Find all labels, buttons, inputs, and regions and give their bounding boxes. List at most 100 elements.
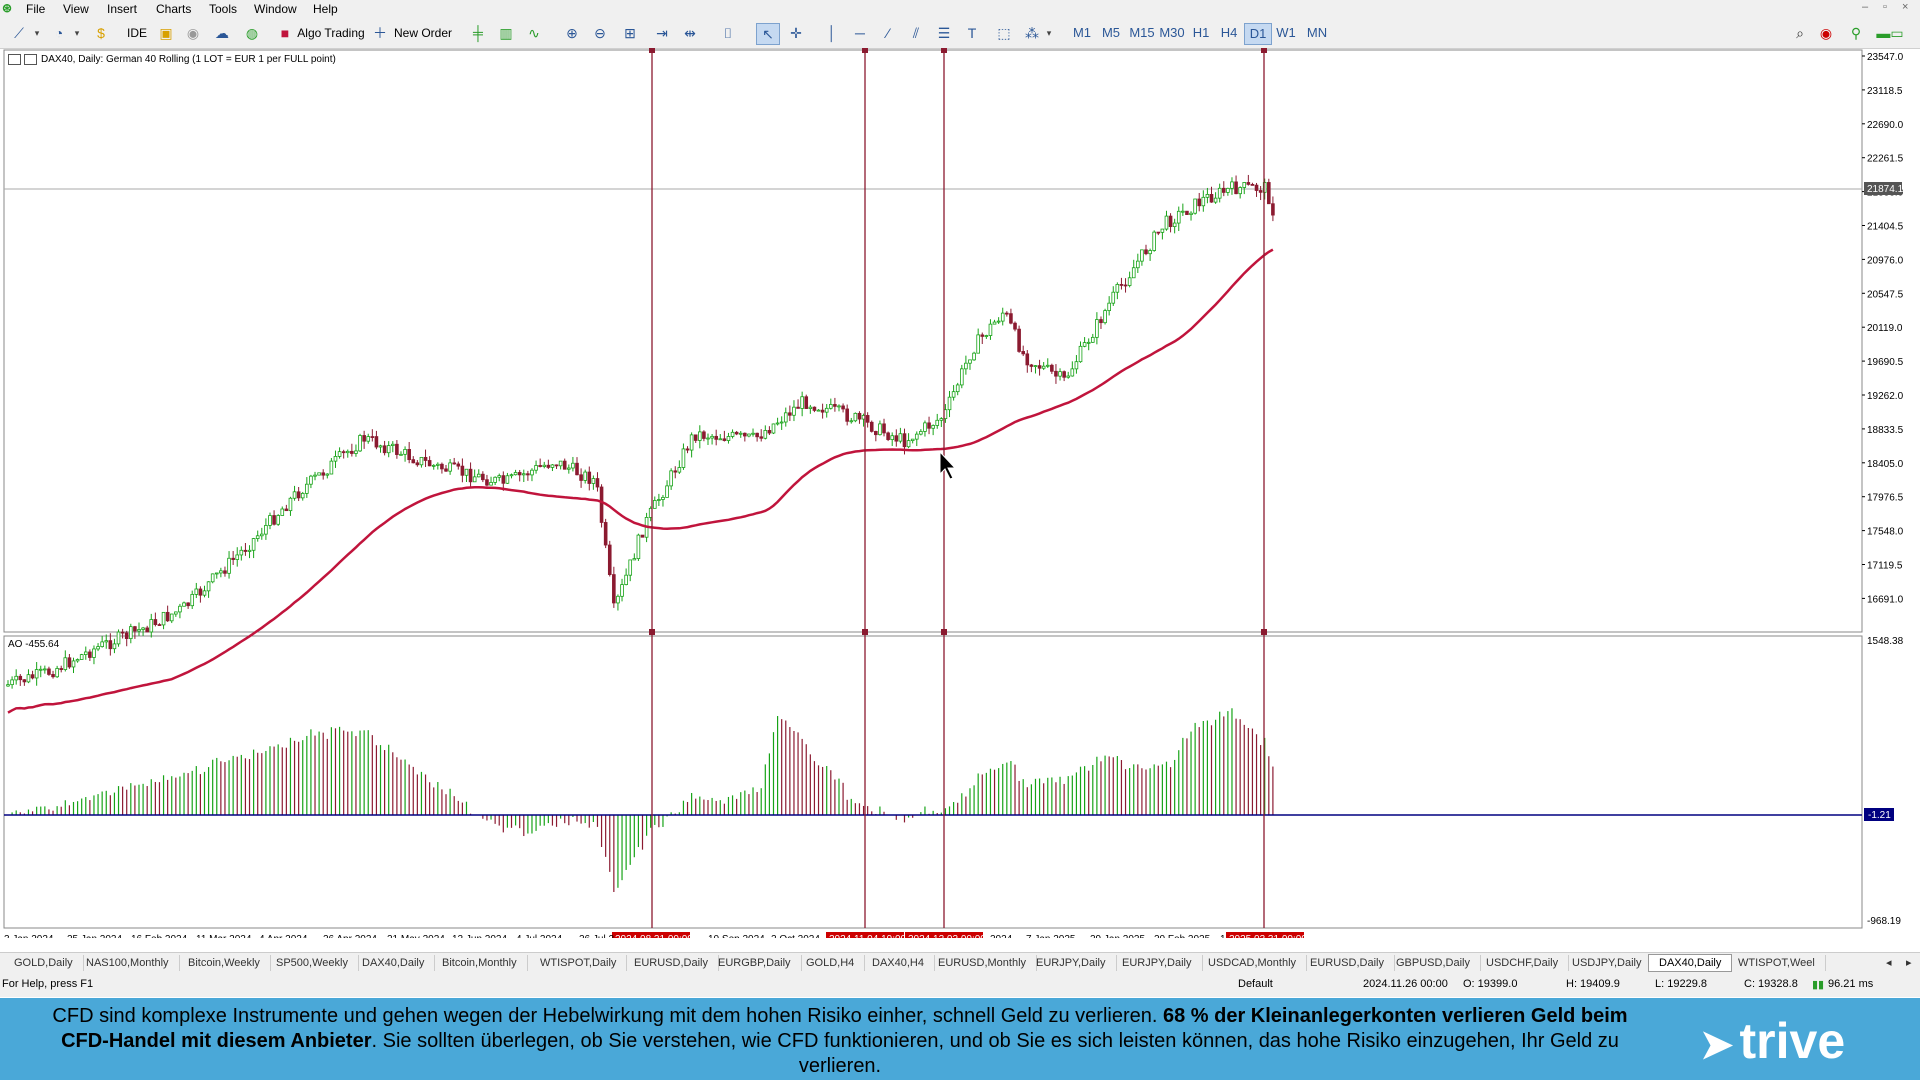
chart-tab[interactable]: GOLD,Daily [4, 955, 84, 971]
chart-tab[interactable]: WTISPOT,Daily [530, 955, 628, 971]
candle-body [1033, 365, 1038, 368]
screenshot-icon[interactable]: ⌷ [718, 23, 738, 43]
chart-tab[interactable]: WTISPOT,Weel [1728, 955, 1826, 971]
cursor-icon[interactable]: ↖ [756, 23, 780, 45]
chart-tab[interactable]: DAX40,Daily [352, 955, 436, 971]
objects-icon[interactable]: ⁂ [1022, 23, 1042, 43]
tab-scroll-right-icon[interactable]: ▸ [1896, 955, 1920, 971]
bar-chart-icon[interactable]: ╪ [468, 23, 488, 43]
chevron-down-icon[interactable]: ▾ [1044, 23, 1054, 43]
price-tick-label: 23118.5 [1867, 86, 1903, 97]
menu-window[interactable]: Window [254, 2, 297, 16]
notifications-icon[interactable]: ◉ [1816, 23, 1836, 43]
chart-tab[interactable]: SP500,Weekly [266, 955, 359, 971]
chart-tab[interactable]: EURJPY,Daily [1112, 955, 1203, 971]
chart-tab[interactable]: EURUSD,Daily [624, 955, 719, 971]
tf-m30[interactable]: M30 [1157, 23, 1187, 43]
chart-tab[interactable]: DAX40,H4 [862, 955, 935, 971]
chart-tab[interactable]: USDCAD,Monthly [1198, 955, 1308, 971]
search-icon[interactable]: ⌕ [1790, 23, 1810, 43]
crosshair-icon[interactable]: ✛ [786, 23, 806, 43]
shapes-icon[interactable]: ⬚ [994, 23, 1014, 43]
ide-button[interactable]: IDE [124, 23, 150, 43]
menu-insert[interactable]: Insert [107, 2, 137, 16]
chart-tab[interactable]: EURUSD,Monthly [928, 955, 1038, 971]
line-chart-icon[interactable]: ∿ [524, 23, 544, 43]
price-tick-label: 22690.0 [1867, 120, 1904, 131]
signal-strength-icon[interactable]: ⚲ [1848, 23, 1864, 43]
chart-tab[interactable]: GBPUSD,Daily [1386, 955, 1481, 971]
tf-w1[interactable]: W1 [1273, 23, 1299, 43]
menu-view[interactable]: View [63, 2, 89, 16]
fibonacci-icon[interactable]: ☰ [934, 23, 954, 43]
tf-mn[interactable]: MN [1302, 23, 1332, 43]
chart-tab[interactable]: EURGBP,Daily [708, 955, 802, 971]
zoom-out-icon[interactable]: ⊖ [590, 23, 610, 43]
chart-tab[interactable]: GOLD,H4 [796, 955, 866, 971]
algo-trading-icon[interactable]: ■ [278, 23, 292, 43]
chart-tab[interactable]: Bitcoin,Weekly [178, 955, 271, 971]
trendline-icon[interactable]: ⁄ [878, 23, 898, 43]
chart-tab[interactable]: NAS100,Monthly [76, 955, 180, 971]
zoom-in-icon[interactable]: ⊕ [562, 23, 582, 43]
signal-icon[interactable]: ◉ [183, 23, 203, 43]
chart-tab[interactable]: Bitcoin,Monthly [432, 955, 528, 971]
new-order-button[interactable]: New Order [392, 23, 454, 43]
tf-m5[interactable]: M5 [1098, 23, 1124, 43]
chart-shift-icon[interactable]: ⇹ [680, 23, 700, 43]
candle-body [759, 436, 764, 439]
dollar-icon[interactable]: $ [91, 23, 111, 43]
menu-file[interactable]: File [26, 2, 45, 16]
menu-help[interactable]: Help [313, 2, 338, 16]
chart-tab[interactable]: USDCHF,Daily [1476, 955, 1570, 971]
vertical-marker-handle[interactable] [941, 48, 947, 53]
grid-icon[interactable]: ⊞ [620, 23, 640, 43]
menu-tools[interactable]: Tools [209, 2, 237, 16]
chart-tab[interactable]: USDJPY,Daily [1562, 955, 1653, 971]
new-order-icon[interactable]: ＋ [372, 23, 388, 43]
chart-type-icon[interactable]: ⟋ [8, 23, 30, 43]
new-chart-icon[interactable]: ◔ [48, 23, 70, 43]
tf-m1[interactable]: M1 [1069, 23, 1095, 43]
menu-charts[interactable]: Charts [156, 2, 191, 16]
candlestick-icon[interactable]: ▥ [496, 23, 516, 43]
globe-icon[interactable]: ◍ [242, 23, 262, 43]
restore-icon[interactable]: ▫ [1883, 1, 1887, 13]
vertical-marker-handle[interactable] [649, 48, 655, 53]
cloud-icon[interactable]: ☁ [212, 23, 232, 43]
minimize-icon[interactable]: – [1862, 1, 1868, 13]
chart-tab[interactable]: DAX40,Daily [1648, 954, 1733, 972]
candle-body [1017, 328, 1021, 352]
algo-trading-button[interactable]: Algo Trading [296, 23, 366, 43]
horizontal-line-icon[interactable]: ─ [850, 23, 870, 43]
tf-h1[interactable]: H1 [1188, 23, 1214, 43]
price-tick-label: 18833.5 [1867, 425, 1904, 436]
text-icon[interactable]: T [964, 23, 980, 43]
vertical-marker-handle[interactable] [1261, 48, 1267, 53]
tf-h4[interactable]: H4 [1216, 23, 1242, 43]
channel-icon[interactable]: ⫽ [906, 23, 926, 43]
candle-body [612, 574, 616, 604]
chart-canvas[interactable]: 23547.023118.522690.022261.521833.021404… [0, 48, 1920, 938]
date-tick-label: 3 Jan 2024 [4, 934, 54, 938]
close-icon[interactable]: × [1902, 1, 1908, 13]
candle-body [1013, 322, 1017, 330]
candle-body [276, 515, 280, 525]
vertical-marker-handle[interactable] [649, 629, 655, 635]
candle-body [992, 321, 997, 325]
vertical-marker-handle[interactable] [862, 629, 868, 635]
candle-body [906, 440, 911, 448]
chevron-down-icon[interactable]: ▾ [72, 23, 82, 43]
chart-tab[interactable]: EURJPY,Daily [1026, 955, 1117, 971]
vertical-line-icon[interactable]: │ [822, 23, 842, 43]
vertical-marker-handle[interactable] [941, 629, 947, 635]
chart-tab[interactable]: EURUSD,Daily [1300, 955, 1395, 971]
autoscroll-icon[interactable]: ⇥ [652, 23, 672, 43]
tf-m15[interactable]: M15 [1127, 23, 1157, 43]
vertical-marker-handle[interactable] [862, 48, 868, 53]
candle-body [812, 406, 817, 411]
vertical-marker-handle[interactable] [1261, 629, 1267, 635]
chevron-down-icon[interactable]: ▾ [32, 23, 42, 43]
briefcase-icon[interactable]: ▣ [156, 23, 176, 43]
tf-d1[interactable]: D1 [1244, 23, 1272, 45]
